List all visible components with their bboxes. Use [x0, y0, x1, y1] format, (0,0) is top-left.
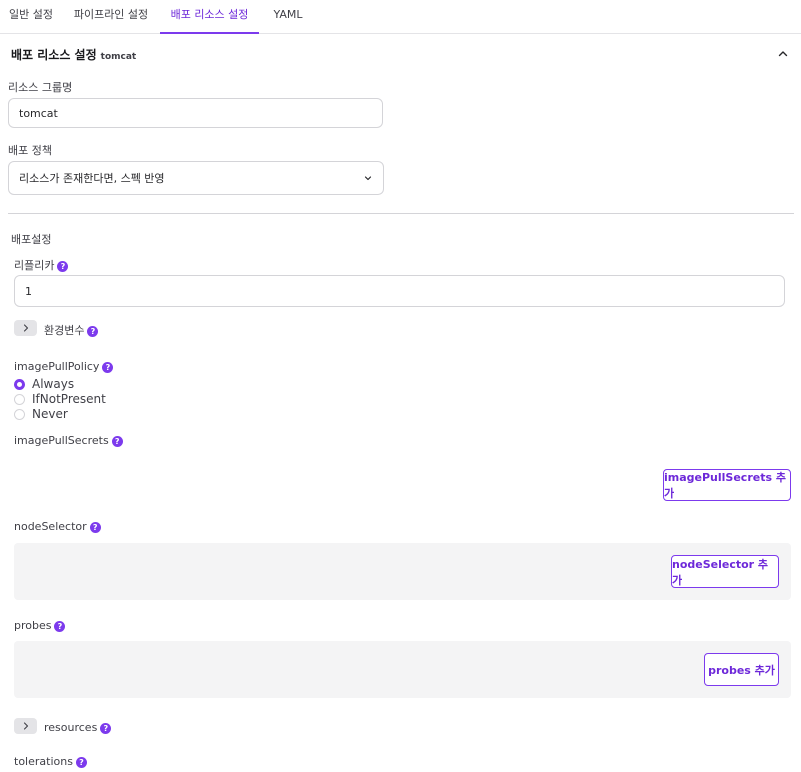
image-pull-policy-label-text: imagePullPolicy [14, 360, 100, 373]
tab-yaml[interactable]: YAML [259, 0, 317, 34]
tab-general[interactable]: 일반 설정 [0, 0, 62, 34]
add-image-pull-secrets-button[interactable]: imagePullSecrets 추가 [663, 469, 791, 501]
divider [8, 213, 794, 214]
deploy-policy-value: 리소스가 존재한다면, 스펙 반영 [19, 172, 165, 185]
radio-label: Always [32, 377, 75, 391]
section-title: 배포 리소스 설정 [11, 48, 97, 62]
resource-group-label: 리소스 그룹명 [8, 81, 73, 94]
help-icon[interactable]: ? [89, 521, 101, 533]
add-node-selector-button[interactable]: nodeSelector 추가 [671, 555, 779, 588]
help-icon[interactable]: ? [111, 435, 123, 447]
radio-indicator[interactable] [14, 393, 25, 405]
replicas-input[interactable]: 1 [14, 275, 785, 307]
help-icon[interactable]: ? [54, 620, 66, 632]
deploy-settings-label: 배포설정 [11, 233, 52, 246]
deploy-policy-select[interactable]: 리소스가 존재한다면, 스펙 반영 [8, 161, 384, 195]
radio-indicator[interactable] [14, 378, 25, 390]
radio-never[interactable]: Never [14, 407, 68, 421]
env-expand-button[interactable] [14, 320, 37, 336]
help-icon[interactable]: ? [87, 325, 99, 337]
replicas-label-text: 리플리카 [14, 259, 55, 272]
env-label: 환경변수? [44, 322, 99, 338]
node-selector-label: nodeSelector? [14, 520, 101, 533]
replicas-label: 리플리카? [14, 257, 69, 273]
radio-indicator[interactable] [14, 408, 25, 420]
image-pull-policy-label: imagePullPolicy? [14, 360, 114, 373]
resources-label: resources? [44, 721, 112, 734]
probes-label-text: probes [14, 619, 52, 632]
probes-panel [14, 641, 791, 698]
resources-label-text: resources [44, 721, 98, 734]
resource-group-input[interactable]: tomcat [8, 98, 383, 128]
chevron-right-icon [23, 722, 28, 730]
help-icon[interactable]: ? [75, 756, 87, 768]
chevron-down-icon [364, 176, 372, 181]
radio-label: IfNotPresent [32, 392, 106, 406]
tab-bar: 일반 설정 파이프라인 설정 배포 리소스 설정 YAML [0, 0, 801, 34]
help-icon[interactable]: ? [57, 260, 69, 272]
section-header: 배포 리소스 설정 tomcat [11, 46, 136, 63]
resource-group-value: tomcat [19, 106, 58, 120]
radio-label: Never [32, 407, 68, 421]
add-probes-button[interactable]: probes 추가 [704, 653, 779, 686]
tab-deploy-resource[interactable]: 배포 리소스 설정 [160, 0, 259, 34]
help-icon[interactable]: ? [100, 722, 112, 734]
deploy-policy-label: 배포 정책 [8, 144, 52, 157]
image-pull-secrets-label-text: imagePullSecrets [14, 434, 109, 447]
chevron-right-icon [23, 324, 28, 332]
radio-ifnotpresent[interactable]: IfNotPresent [14, 392, 106, 406]
node-selector-label-text: nodeSelector [14, 520, 87, 533]
resources-expand-button[interactable] [14, 718, 37, 734]
section-subtitle: tomcat [100, 52, 137, 62]
replicas-value: 1 [25, 284, 32, 298]
tolerations-label-text: tolerations [14, 755, 73, 768]
tolerations-label: tolerations? [14, 755, 87, 768]
help-icon[interactable]: ? [102, 361, 114, 373]
probes-label: probes? [14, 619, 66, 632]
radio-always[interactable]: Always [14, 377, 74, 391]
env-label-text: 환경변수 [44, 324, 85, 337]
tab-pipeline[interactable]: 파이프라인 설정 [62, 0, 160, 34]
image-pull-secrets-label: imagePullSecrets? [14, 434, 123, 447]
chevron-up-icon[interactable] [776, 47, 790, 61]
